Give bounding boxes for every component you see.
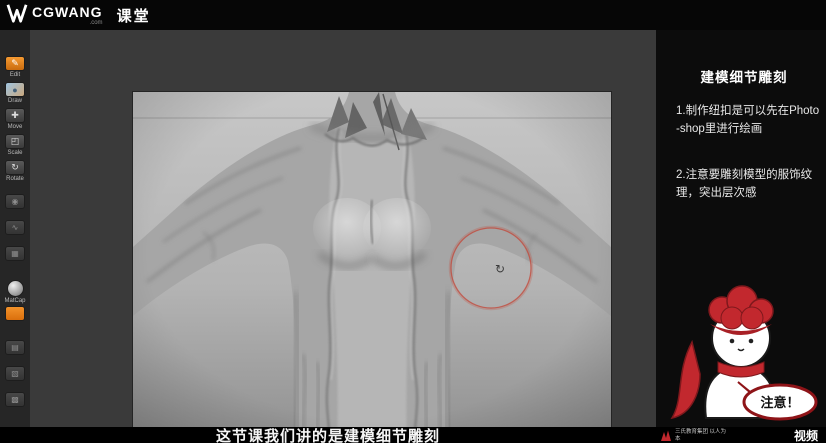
- tool-matcap[interactable]: MatCap: [0, 280, 30, 304]
- tool-rotate[interactable]: ↻ Rotate: [0, 160, 30, 184]
- layer-icon: ▤: [5, 340, 25, 355]
- tool-label: [0, 355, 30, 363]
- tool-label: [0, 407, 30, 415]
- brand-text: 三氏教育集团 以人为本: [675, 429, 727, 443]
- workspace: ↻: [30, 30, 656, 443]
- color-swatch-icon: [5, 306, 25, 321]
- tool-layer[interactable]: ▤: [0, 340, 30, 364]
- tool-label: Edit: [9, 72, 21, 78]
- logo-domain-text: .com: [89, 20, 103, 26]
- title-bar: CGWANG .com 课堂: [0, 0, 826, 30]
- tool-label: [0, 381, 30, 389]
- tool-grid[interactable]: ▧: [0, 366, 30, 390]
- mascot-illustration: 注意！: [670, 285, 818, 421]
- notes-panel: 建模细节雕刻 1.制作纽扣是可以先在Photo-shop里进行绘画 2.注意要雕…: [656, 30, 826, 427]
- tool-alpha[interactable]: ▦: [0, 246, 30, 270]
- app-window: CGWANG .com 课堂 0.082,0.243,0.170 Rgb Zad…: [0, 0, 826, 443]
- draw-icon: ●: [5, 82, 25, 97]
- brand-logo-icon: [661, 430, 671, 441]
- tool-label: Draw: [7, 98, 22, 104]
- rotate-icon: ↻: [5, 160, 25, 175]
- tool-draw[interactable]: ● Draw: [0, 82, 30, 106]
- note-item-2: 2.注意要雕刻模型的服饰纹理，突出层次感: [676, 169, 813, 200]
- tool-move[interactable]: ✚ Move: [0, 108, 30, 132]
- sculpt-render: ↻: [133, 92, 611, 443]
- tool-label: [0, 261, 30, 269]
- matcap-sphere-icon: [6, 280, 24, 297]
- tool-label: Move: [7, 124, 23, 130]
- tool-document[interactable]: ▩: [0, 392, 30, 416]
- notes-title: 建模细节雕刻: [700, 70, 788, 85]
- tool-scale[interactable]: ◰ Scale: [0, 134, 30, 158]
- tool-label: MatCap: [4, 298, 26, 304]
- move-icon: ✚: [5, 108, 25, 123]
- brand-right-text: 视频: [793, 429, 818, 443]
- tool-brush[interactable]: ◉: [0, 194, 30, 218]
- document-icon: ▩: [5, 392, 25, 407]
- scale-icon: ◰: [5, 134, 25, 149]
- stroke-icon: ∿: [5, 220, 25, 235]
- subtitle-text: 这节课我们讲的是建模细节雕刻: [215, 428, 440, 443]
- tool-color[interactable]: [0, 306, 30, 330]
- rotate-cursor-icon: ↻: [495, 262, 505, 276]
- sculpt-viewport[interactable]: ↻: [133, 92, 611, 443]
- tool-label: Rotate: [6, 176, 24, 182]
- cgwang-logo-icon: [6, 3, 28, 28]
- alpha-icon: ▦: [5, 246, 25, 261]
- brush-icon: ◉: [5, 194, 25, 209]
- tool-label: [0, 235, 30, 243]
- edit-icon: ✎: [5, 56, 25, 71]
- tool-label: [0, 321, 30, 329]
- logo-main-text: CGWANG: [32, 4, 103, 20]
- subtitle-bar: 这节课我们讲的是建模细节雕刻: [0, 427, 656, 443]
- tool-label: [0, 209, 30, 217]
- logo-text: CGWANG .com: [32, 4, 103, 26]
- bubble-text: 注意！: [760, 395, 799, 410]
- left-tool-shelf: ✎ Edit ● Draw ✚ Move ◰ Scale ↻ Rotate ◉ …: [0, 30, 30, 427]
- logo-suffix-text: 课堂: [116, 7, 151, 25]
- mascot: 注意！: [662, 280, 820, 422]
- footer-branding: 三氏教育集团 以人为本 视频: [656, 427, 826, 443]
- grid-icon: ▧: [5, 366, 25, 381]
- tool-edit[interactable]: ✎ Edit: [0, 56, 30, 80]
- tool-stroke[interactable]: ∿: [0, 220, 30, 244]
- note-item-1: 1.制作纽扣是可以先在Photo-shop里进行绘画: [676, 105, 820, 136]
- tool-label: Scale: [7, 150, 23, 156]
